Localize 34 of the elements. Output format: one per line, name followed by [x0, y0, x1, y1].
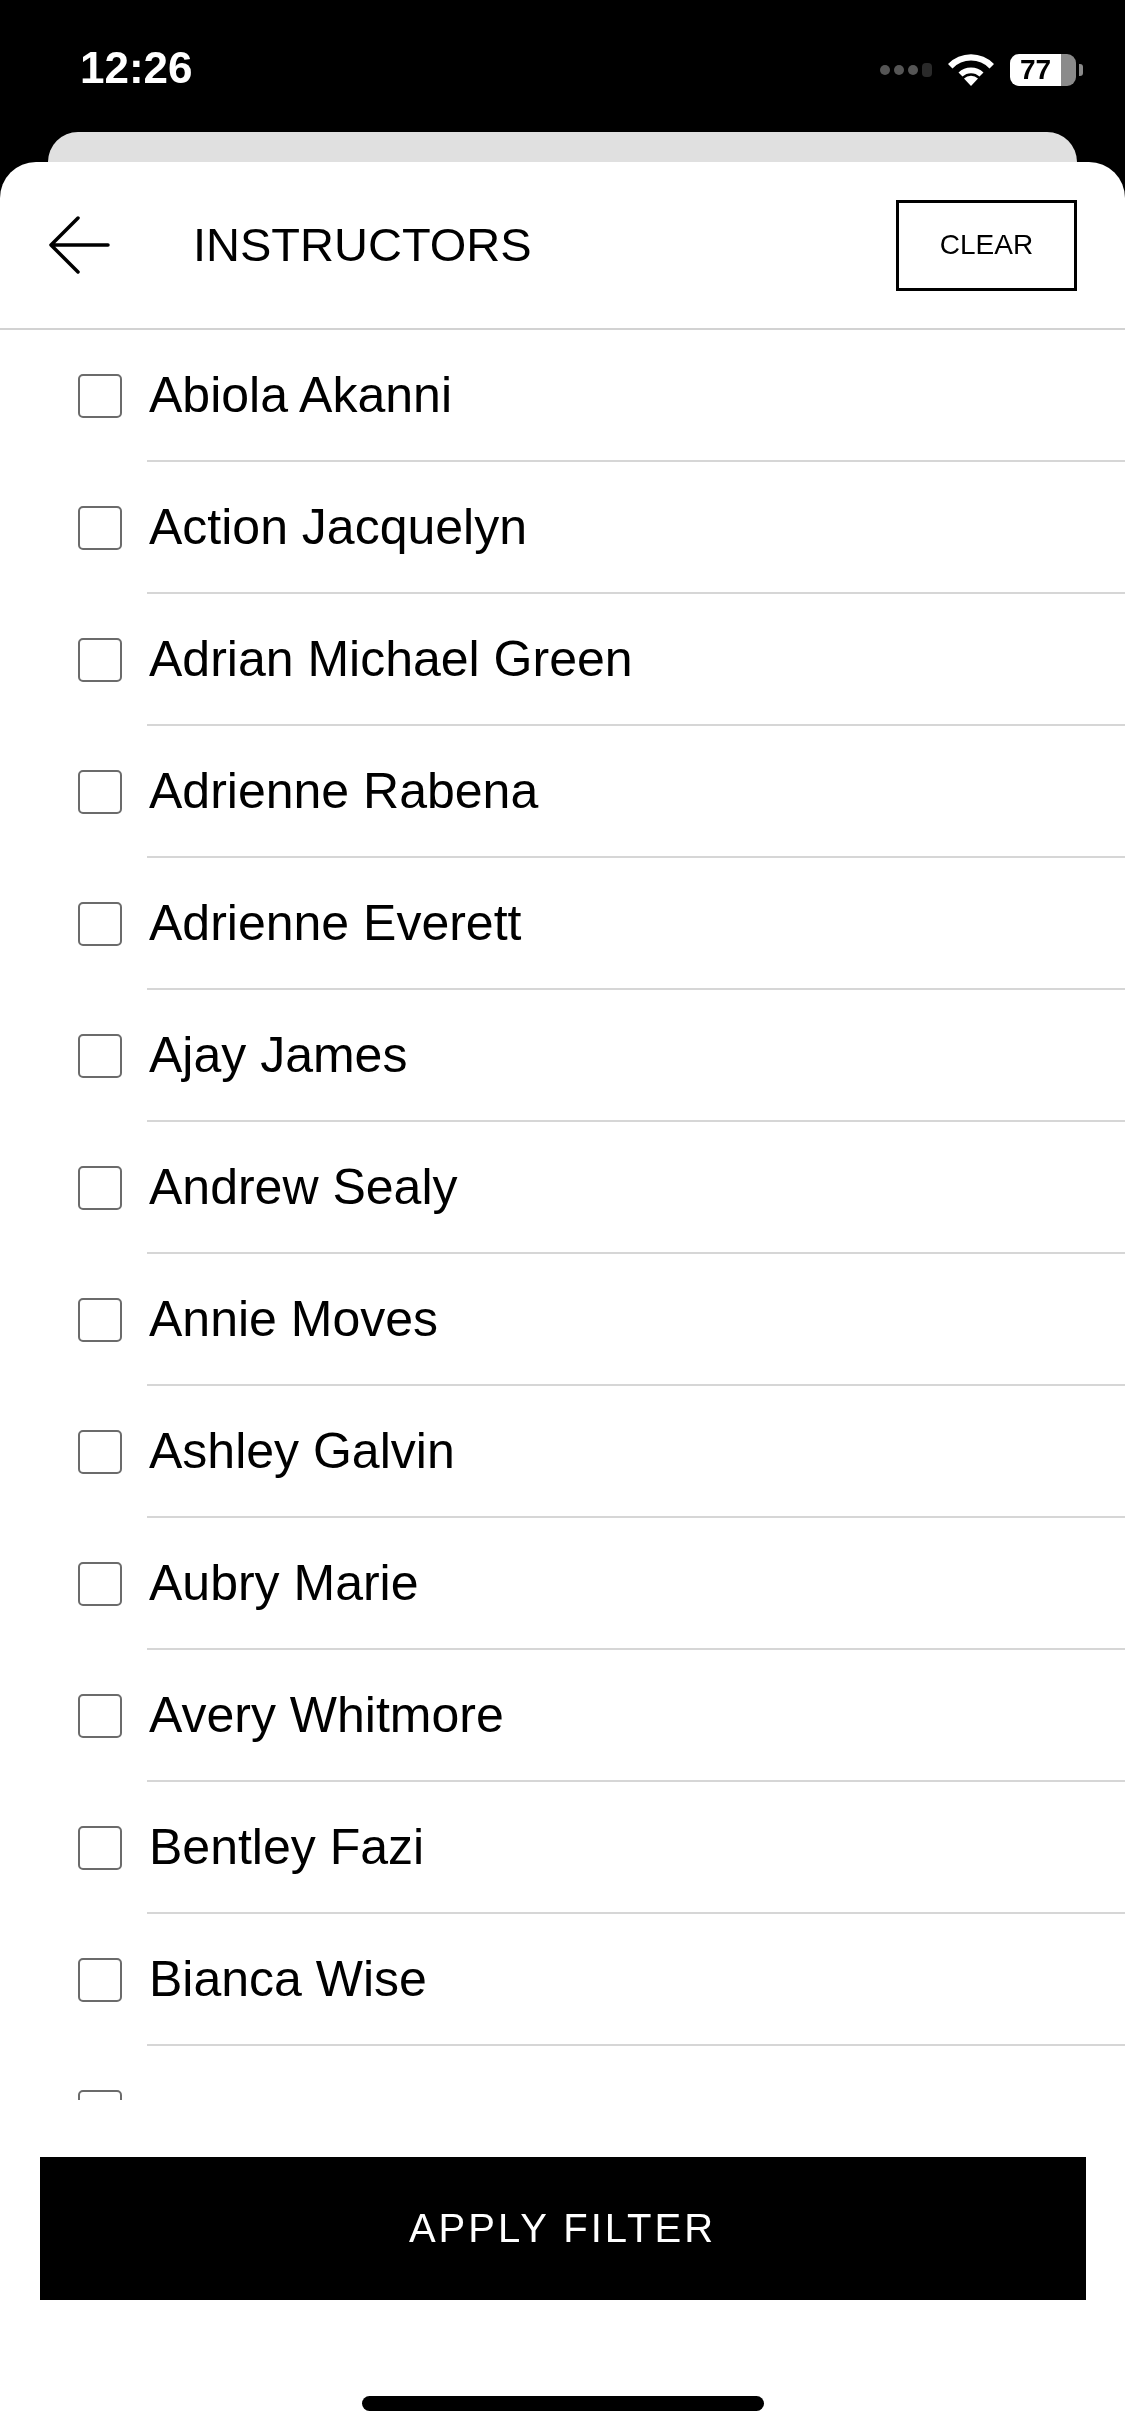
back-arrow-icon[interactable] — [48, 216, 110, 274]
checkbox[interactable] — [78, 1298, 122, 1342]
clear-button[interactable]: CLEAR — [896, 199, 1077, 291]
checkbox[interactable] — [78, 770, 122, 814]
checkbox[interactable] — [78, 638, 122, 682]
instructor-name[interactable]: Bianca Wise — [149, 1949, 427, 2009]
instructor-name[interactable]: Action Jacquelyn — [149, 497, 527, 557]
instructor-name[interactable]: Annie Moves — [149, 1289, 439, 1349]
checkbox[interactable] — [78, 1562, 122, 1606]
checkbox[interactable] — [78, 902, 122, 946]
apply-filter-button[interactable]: APPLY FILTER — [39, 2157, 1086, 2300]
instructor-name[interactable]: Adrian Michael Green — [149, 629, 633, 689]
checkbox[interactable] — [78, 1034, 122, 1078]
checkbox[interactable] — [78, 1166, 122, 1210]
status-time: 12:26 — [80, 43, 193, 93]
checkbox[interactable] — [78, 1694, 122, 1738]
instructor-name[interactable]: Avery Whitmore — [149, 1685, 504, 1745]
checkbox[interactable] — [78, 506, 122, 550]
instructor-name[interactable]: Adrienne Rabena — [149, 761, 539, 821]
checkbox[interactable] — [78, 1430, 122, 1474]
checkbox[interactable] — [78, 1958, 122, 2002]
wifi-icon — [948, 53, 994, 86]
checkbox[interactable] — [78, 374, 122, 418]
battery-indicator: 77 — [1010, 53, 1083, 86]
checkbox[interactable] — [78, 1826, 122, 1870]
instructor-name[interactable]: Ashley Galvin — [149, 1421, 455, 1481]
instructor-name[interactable]: Abiola Akanni — [149, 365, 452, 425]
instructor-name[interactable]: Andrew Sealy — [149, 1157, 458, 1217]
instructor-name[interactable]: Bentley Fazi — [149, 1817, 425, 1877]
instructor-name[interactable]: Aubry Marie — [149, 1553, 419, 1613]
header-title: INSTRUCTORS — [193, 217, 532, 273]
instructor-name[interactable]: Ajay James — [149, 1025, 408, 1085]
signal-icon — [880, 62, 932, 77]
instructor-name[interactable]: Adrienne Everett — [149, 893, 522, 953]
